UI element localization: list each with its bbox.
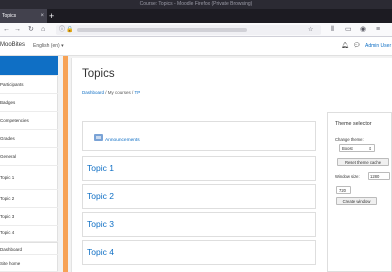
back-icon[interactable]: ← — [3, 25, 10, 35]
topic-section: Topic 4 — [82, 240, 316, 265]
site-name[interactable]: MooBites — [0, 42, 25, 48]
course-sections: Announcements Topic 1 Topic 2 Topic 3 To… — [82, 121, 316, 272]
breadcrumb: Dashboard / My courses / TP — [82, 90, 140, 95]
browser-tab-strip: Topics × + — [0, 9, 392, 23]
announcements-link[interactable]: Announcements — [105, 138, 140, 143]
breadcrumb-dashboard[interactable]: Dashboard — [82, 90, 104, 95]
tab-close-icon[interactable]: × — [40, 9, 44, 23]
sidebar-toggle-icon[interactable]: ▭ — [345, 25, 352, 35]
change-theme-label: Change theme: — [335, 137, 364, 142]
browser-toolbar: ← → ↻ ⌂ ⓘ 🔒 ☆ ⫴ ▭ ◉ ≡ — [0, 23, 392, 37]
window-title-bar: Course: Topics - Moodle Firefox (Private… — [0, 0, 392, 9]
theme-selector-block: Theme selector Change theme: Boost ⇕ Res… — [327, 112, 392, 272]
url-bar[interactable]: ⓘ 🔒 ☆ — [56, 25, 321, 35]
lock-icon: 🔒 — [66, 27, 74, 33]
breadcrumb-my-courses[interactable]: My courses — [108, 90, 131, 95]
new-tab-icon[interactable]: + — [49, 9, 54, 23]
reload-icon[interactable]: ↻ — [28, 25, 34, 35]
home-icon[interactable]: ⌂ — [41, 25, 45, 35]
general-section: Announcements — [82, 121, 316, 151]
topic-section: Topic 1 — [82, 156, 316, 181]
topic-section: Topic 2 — [82, 184, 316, 209]
select-arrow-icon: ⇕ — [368, 146, 372, 151]
notification-bell-icon[interactable]: 🔔︎ — [341, 42, 349, 49]
drawer-item-dashboard[interactable]: Dashboard — [0, 242, 58, 255]
theme-select[interactable]: Boost ⇕ — [339, 144, 375, 152]
drawer-item-competencies[interactable]: Competencies — [0, 112, 58, 130]
window-height-input[interactable]: 720 — [336, 186, 351, 194]
drawer-item-topic-1[interactable]: Topic 1 — [0, 166, 58, 190]
language-selector[interactable]: English (en) ▾ — [33, 43, 64, 49]
drawer-item-badges[interactable]: Badges — [0, 94, 58, 112]
drawer-item-course[interactable] — [0, 56, 58, 76]
theme-selector-title: Theme selector — [335, 121, 372, 127]
tab-label: Topics — [2, 13, 17, 19]
nav-drawer: Participants Badges Competencies Grades … — [0, 56, 58, 272]
bookmark-star-icon[interactable]: ☆ — [308, 25, 313, 35]
forward-icon[interactable]: → — [14, 25, 21, 35]
drawer-item-topic-4[interactable]: Topic 4 — [0, 226, 58, 242]
forum-icon — [94, 134, 103, 141]
drawer-item-site-home[interactable]: Site home — [0, 255, 58, 272]
topic-title[interactable]: Topic 4 — [87, 247, 114, 257]
drawer-item-general[interactable]: General — [0, 148, 58, 166]
menu-icon[interactable]: ≡ — [376, 25, 380, 35]
browser-tab[interactable]: Topics × — [0, 9, 47, 23]
drawer-item-grades[interactable]: Grades — [0, 130, 58, 148]
window-width-input[interactable]: 1280 — [368, 172, 390, 180]
topic-title[interactable]: Topic 3 — [87, 219, 114, 229]
user-menu[interactable]: Admin User — [365, 43, 391, 49]
library-icon[interactable]: ⫴ — [331, 25, 334, 35]
topic-section: Topic 3 — [82, 212, 316, 237]
theme-accent-bar — [63, 56, 68, 272]
drawer-item-topic-2[interactable]: Topic 2 — [0, 190, 58, 208]
messages-icon[interactable]: 💬︎ — [353, 42, 361, 49]
page-title: Topics — [82, 68, 115, 80]
extension-icon[interactable]: ◉ — [360, 25, 366, 35]
info-icon[interactable]: ⓘ — [59, 25, 65, 35]
window-height-value: 720 — [339, 188, 346, 193]
topic-title[interactable]: Topic 2 — [87, 191, 114, 201]
drawer-item-topic-3[interactable]: Topic 3 — [0, 208, 58, 226]
create-window-button[interactable]: Create window — [336, 197, 377, 205]
url-text-blurred — [77, 28, 247, 32]
reset-theme-cache-button[interactable]: Reset theme cache — [337, 158, 389, 166]
topic-title[interactable]: Topic 1 — [87, 163, 114, 173]
moodle-header: MooBites English (en) ▾ 🔔︎ 💬︎ Admin User — [0, 37, 392, 56]
window-size-label: Window size: — [335, 174, 360, 179]
drawer-item-participants[interactable]: Participants — [0, 76, 58, 94]
theme-select-value: Boost — [342, 146, 353, 151]
breadcrumb-course[interactable]: TP — [134, 90, 140, 95]
